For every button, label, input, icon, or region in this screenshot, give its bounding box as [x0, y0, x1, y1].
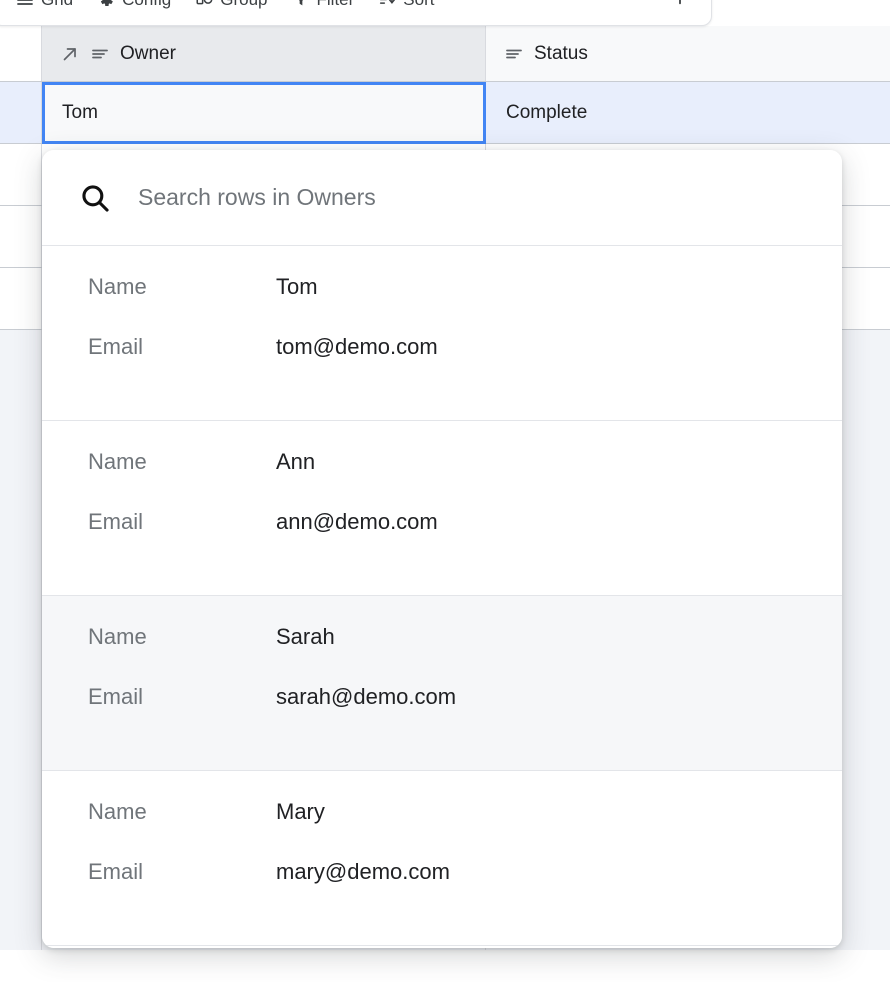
list-item[interactable]: Name Tom Email tom@demo.com: [42, 246, 842, 421]
field-value-name: Mary: [276, 799, 325, 825]
list-item[interactable]: Name Mary Email mary@demo.com: [42, 771, 842, 946]
record-field-email: Email tom@demo.com: [88, 334, 796, 394]
record-field-name: Name Mary: [88, 799, 796, 859]
sort-icon: [378, 0, 396, 9]
screen-root: Owner Status Tom Complete: [0, 0, 890, 982]
popup-footer[interactable]: [42, 946, 842, 948]
record-field-name: Name Tom: [88, 274, 796, 334]
toolbar-label-filter: Filter: [317, 0, 355, 10]
toolbar-button-group[interactable]: Group: [186, 0, 276, 15]
field-value-name: Ann: [276, 449, 315, 475]
text-lines-icon: [90, 44, 110, 64]
row-gutter[interactable]: [0, 268, 42, 329]
row-gutter-header: [0, 26, 42, 81]
field-label-name: Name: [88, 274, 276, 300]
row-gutter[interactable]: [0, 144, 42, 205]
view-toolbar: Grid Config Group: [0, 0, 712, 26]
field-value-email: sarah@demo.com: [276, 684, 456, 710]
field-label-email: Email: [88, 509, 276, 535]
record-field-email: Email sarah@demo.com: [88, 684, 796, 744]
record-field-email: Email ann@demo.com: [88, 509, 796, 569]
search-input[interactable]: [138, 184, 806, 211]
cell-owner[interactable]: Tom: [42, 82, 486, 143]
gear-icon: [97, 0, 115, 9]
record-field-name: Name Sarah: [88, 624, 796, 684]
filter-icon: [292, 0, 310, 9]
field-label-name: Name: [88, 799, 276, 825]
field-label-email: Email: [88, 684, 276, 710]
column-header-status[interactable]: Status: [486, 26, 890, 81]
column-header-label-owner: Owner: [120, 43, 176, 65]
field-label-name: Name: [88, 624, 276, 650]
toolbar-label-config: Config: [122, 0, 171, 10]
toolbar-button-grid[interactable]: Grid: [7, 0, 82, 15]
toolbar-label-group: Group: [220, 0, 267, 10]
column-header-label-status: Status: [534, 43, 588, 65]
search-bar: [42, 150, 842, 246]
relation-arrow-icon: [60, 44, 80, 64]
pin-button[interactable]: [663, 0, 697, 17]
field-value-email: ann@demo.com: [276, 509, 438, 535]
field-label-email: Email: [88, 859, 276, 885]
toolbar-label-grid: Grid: [41, 0, 73, 10]
column-header-owner[interactable]: Owner: [42, 26, 486, 81]
grid-lines-icon: [16, 0, 34, 9]
relation-picker-popup: Name Tom Email tom@demo.com Name Ann Ema…: [42, 150, 842, 948]
field-value-name: Sarah: [276, 624, 335, 650]
pin-icon: [671, 0, 689, 12]
group-icon: [195, 0, 213, 9]
list-item[interactable]: Name Sarah Email sarah@demo.com: [42, 596, 842, 771]
text-lines-icon: [504, 44, 524, 64]
field-label-email: Email: [88, 334, 276, 360]
row-gutter[interactable]: [0, 330, 42, 950]
toolbar-button-filter[interactable]: Filter: [283, 0, 364, 15]
grid-column-headers: Owner Status: [0, 26, 890, 82]
field-label-name: Name: [88, 449, 276, 475]
toolbar-button-config[interactable]: Config: [88, 0, 180, 15]
cell-status[interactable]: Complete: [486, 82, 890, 143]
table-row[interactable]: Tom Complete: [0, 82, 890, 144]
field-value-email: tom@demo.com: [276, 334, 438, 360]
row-gutter[interactable]: [0, 206, 42, 267]
row-gutter[interactable]: [0, 82, 42, 143]
record-field-email: Email mary@demo.com: [88, 859, 796, 919]
toolbar-label-sort: Sort: [403, 0, 434, 10]
field-value-name: Tom: [276, 274, 318, 300]
field-value-email: mary@demo.com: [276, 859, 450, 885]
record-field-name: Name Ann: [88, 449, 796, 509]
list-item[interactable]: Name Ann Email ann@demo.com: [42, 421, 842, 596]
search-icon: [78, 181, 112, 215]
toolbar-button-sort[interactable]: Sort: [369, 0, 443, 15]
record-results-list: Name Tom Email tom@demo.com Name Ann Ema…: [42, 246, 842, 948]
